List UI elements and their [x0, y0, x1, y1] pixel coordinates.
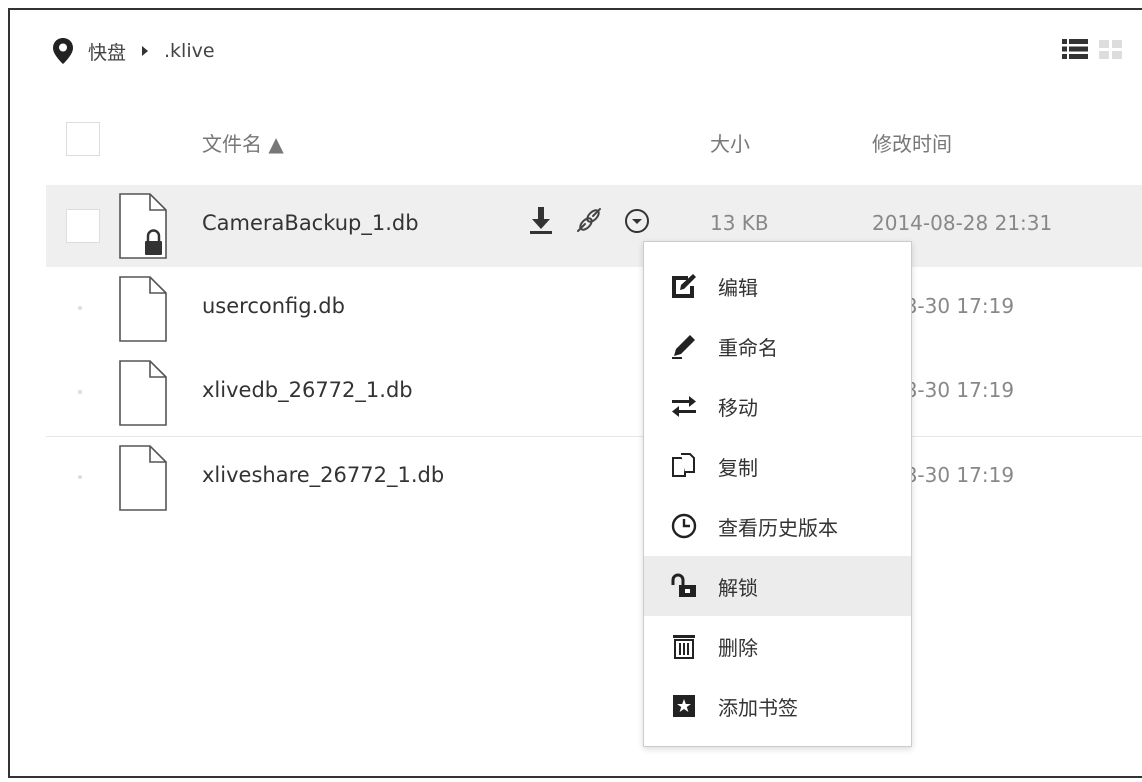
more-options-icon[interactable] [622, 203, 652, 237]
menu-item-label: 编辑 [718, 275, 758, 300]
menu-item-label: 复制 [718, 455, 758, 480]
breadcrumb-current: .klive [164, 40, 215, 62]
table-row[interactable]: xlivedb_26772_1.db 4-08-30 17:19 [46, 352, 1142, 434]
trash-icon [673, 635, 695, 659]
menu-item-history[interactable]: 查看历史版本 [644, 496, 911, 556]
share-link-icon[interactable] [574, 203, 604, 237]
context-menu: 编辑 重命名 移动 复制 查看历史版本 解锁 删除 添加书签 [643, 241, 912, 747]
column-header-modified[interactable]: 修改时间 [872, 128, 952, 157]
file-icon [119, 445, 167, 511]
table-header: 文件名 ▲ 大小 修改时间 [46, 110, 1142, 170]
menu-item-label: 删除 [718, 635, 758, 660]
menu-item-copy[interactable]: 复制 [644, 436, 911, 496]
row-checkbox[interactable] [78, 390, 82, 394]
view-toggle [1060, 34, 1126, 64]
menu-item-label: 解锁 [718, 575, 758, 600]
unlock-icon [671, 573, 696, 597]
location-pin-icon [53, 38, 73, 64]
row-checkbox[interactable] [78, 306, 82, 310]
file-name[interactable]: xliveshare_26772_1.db [202, 463, 444, 487]
menu-item-bookmark[interactable]: 添加书签 [644, 676, 911, 736]
file-size: 13 KB [710, 211, 769, 235]
breadcrumb: 快盘 .klive [52, 36, 215, 66]
edit-icon [672, 274, 696, 298]
menu-item-label: 移动 [718, 395, 758, 420]
file-icon [119, 276, 167, 342]
file-name[interactable]: userconfig.db [202, 294, 345, 318]
table-row[interactable]: userconfig.db 4-08-30 17:19 [46, 268, 1142, 350]
menu-item-label: 查看历史版本 [718, 515, 838, 540]
menu-item-label: 重命名 [718, 335, 778, 360]
table-row[interactable]: xliveshare_26772_1.db 4-08-30 17:19 [46, 437, 1142, 519]
row-actions [526, 203, 652, 237]
row-checkbox[interactable] [78, 475, 82, 479]
menu-item-move[interactable]: 移动 [644, 376, 911, 436]
file-modified-time: 2014-08-28 21:31 [872, 211, 1053, 235]
clock-icon [671, 513, 697, 539]
download-icon[interactable] [526, 203, 556, 237]
file-name[interactable]: CameraBackup_1.db [202, 211, 419, 235]
menu-item-rename[interactable]: 重命名 [644, 316, 911, 376]
menu-item-unlock[interactable]: 解锁 [644, 556, 911, 616]
pencil-icon [672, 335, 695, 359]
menu-item-edit[interactable]: 编辑 [644, 256, 911, 316]
copy-icon [672, 453, 695, 477]
column-header-size[interactable]: 大小 [710, 128, 750, 157]
grid-view-icon[interactable] [1096, 34, 1126, 64]
file-name[interactable]: xlivedb_26772_1.db [202, 378, 413, 402]
move-arrows-icon [672, 396, 696, 417]
select-all-checkbox[interactable] [66, 122, 100, 156]
breadcrumb-root[interactable]: 快盘 [88, 38, 126, 65]
file-icon [119, 360, 167, 426]
row-checkbox[interactable] [66, 209, 100, 243]
table-row[interactable]: CameraBackup_1.db 13 KB 2014-08-28 21:31 [46, 185, 1142, 267]
locked-file-icon [119, 193, 167, 259]
breadcrumb-separator-icon [142, 46, 149, 56]
column-header-name[interactable]: 文件名 ▲ [202, 128, 284, 157]
bookmark-icon [673, 695, 695, 717]
menu-item-label: 添加书签 [718, 695, 798, 720]
menu-item-delete[interactable]: 删除 [644, 616, 911, 676]
list-view-icon[interactable] [1060, 34, 1090, 64]
